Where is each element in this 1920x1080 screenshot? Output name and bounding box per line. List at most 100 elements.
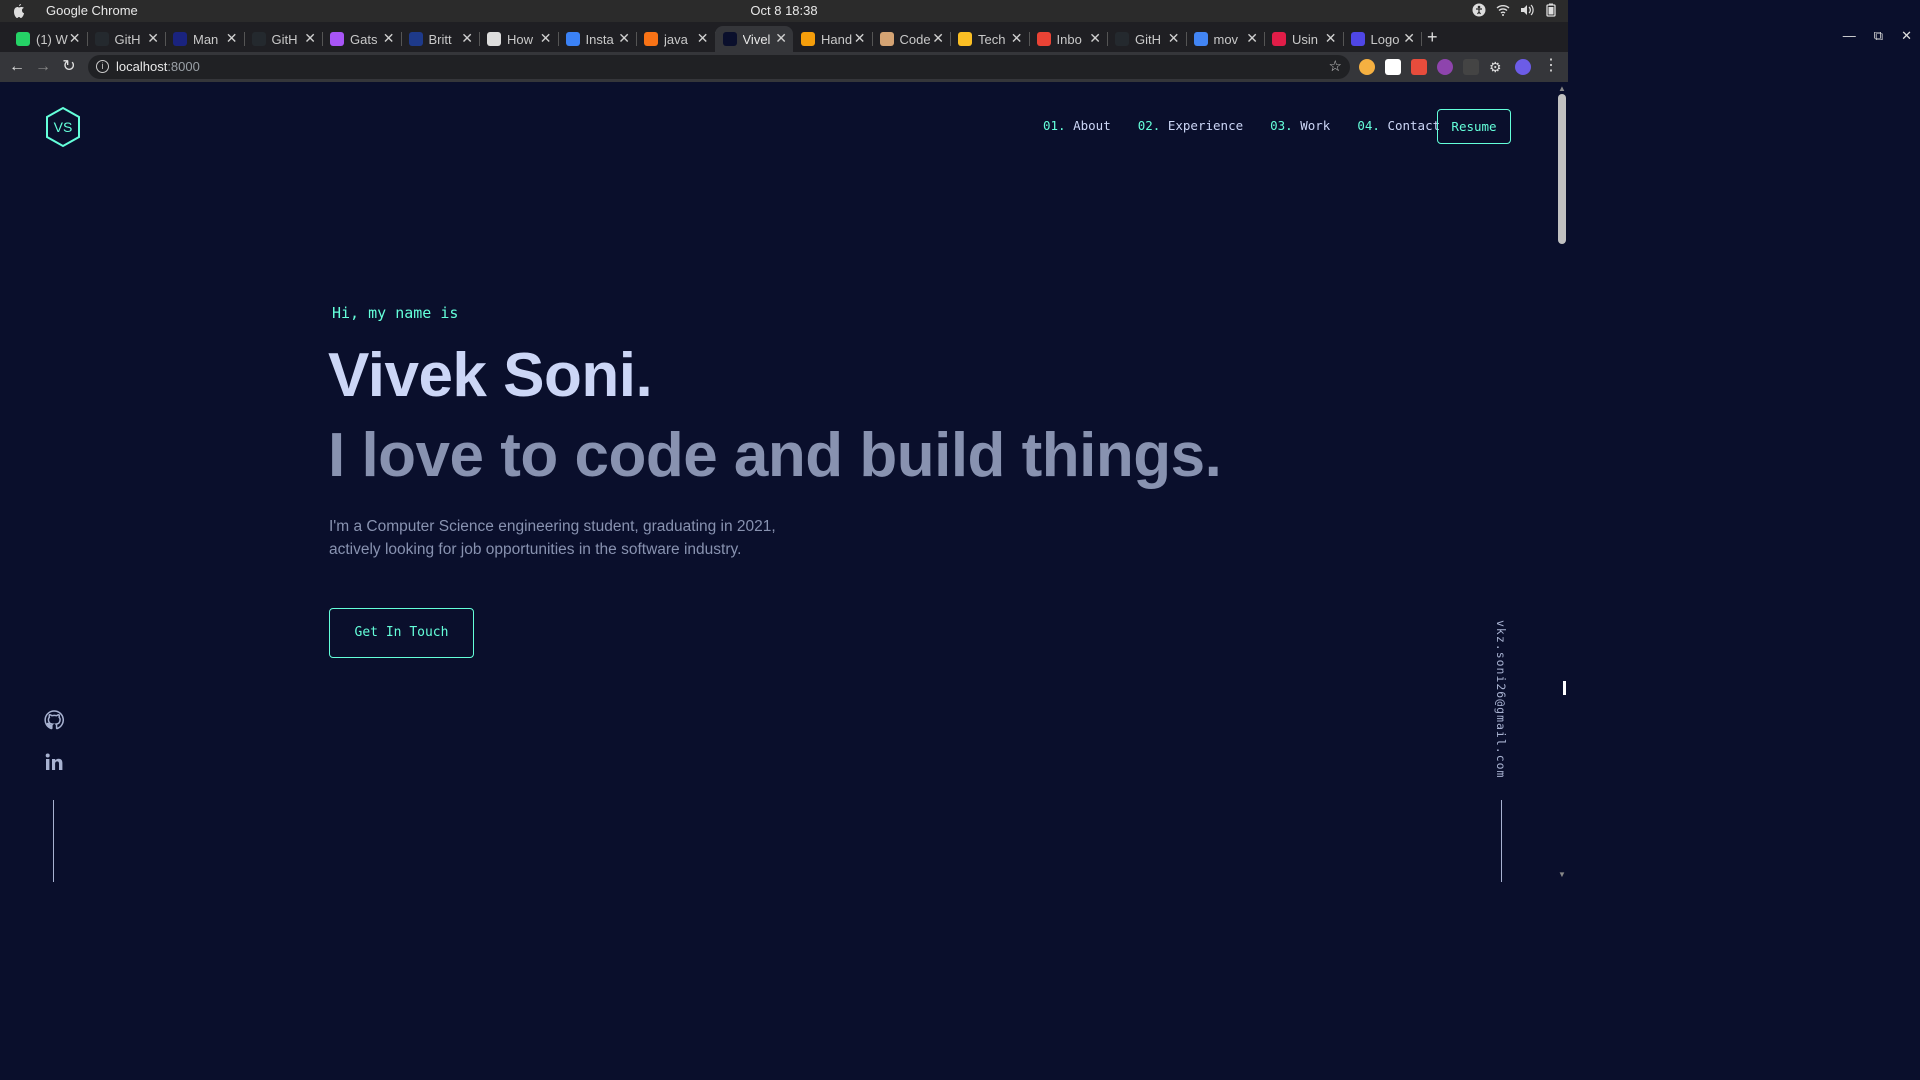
window-controls: — ⧉ ✕	[1843, 28, 1912, 44]
browser-toolbar: ← → ↻ i localhost:8000 ☆ ⚙ ⋮	[0, 52, 1568, 82]
mouse-cursor	[1563, 681, 1566, 695]
scroll-down-icon[interactable]: ▼	[1558, 870, 1566, 879]
tab-close-icon[interactable]: ✕	[226, 30, 238, 47]
tab-close-icon[interactable]: ✕	[1089, 30, 1101, 47]
browser-tab[interactable]: Vivel ✕	[714, 26, 793, 52]
browser-tab[interactable]: GitH ✕	[1107, 26, 1187, 52]
browser-tab[interactable]: Gats ✕	[322, 26, 402, 52]
browser-tab[interactable]: Usin ✕	[1264, 26, 1344, 52]
tab-favicon-icon	[958, 32, 972, 46]
address-bar[interactable]: i localhost:8000 ☆	[88, 55, 1350, 79]
nav-link-about[interactable]: 01. About	[1043, 118, 1111, 133]
tab-favicon-icon	[408, 32, 423, 46]
browser-tab[interactable]: Man ✕	[165, 26, 245, 52]
extension-pocket-icon[interactable]	[1411, 59, 1427, 75]
tab-favicon-icon	[16, 32, 30, 46]
os-top-bar: Google Chrome Oct 8 18:38	[0, 0, 1568, 22]
tab-close-icon[interactable]: ✕	[147, 30, 159, 47]
tab-close-icon[interactable]: ✕	[854, 30, 866, 47]
back-icon[interactable]: ←	[6, 56, 28, 78]
tab-close-icon[interactable]: ✕	[461, 30, 473, 47]
browser-tab[interactable]: Britt ✕	[401, 26, 480, 52]
menu-kebab-icon[interactable]: ⋮	[1543, 58, 1559, 75]
logo-hexagon-icon[interactable]: VS	[44, 106, 82, 148]
nav-link-label: Experience	[1167, 118, 1244, 133]
tab-favicon-icon	[801, 32, 815, 46]
tab-close-icon[interactable]: ✕	[540, 30, 552, 47]
nav-link-work[interactable]: 03. Work	[1270, 118, 1330, 133]
extension-notion-icon[interactable]	[1385, 59, 1401, 75]
browser-tab[interactable]: Logo ✕	[1343, 26, 1422, 52]
tab-close-icon[interactable]: ✕	[932, 30, 944, 47]
tab-close-icon[interactable]: ✕	[304, 30, 316, 47]
restore-icon[interactable]: ⧉	[1874, 28, 1883, 44]
portfolio-page: VS 01. About 02. Experience 03. Work 04. Co…	[0, 82, 1556, 882]
nav-link-contact[interactable]: 04. Contact	[1357, 118, 1440, 133]
forward-icon[interactable]: →	[32, 56, 54, 78]
tab-close-icon[interactable]: ✕	[383, 30, 395, 47]
reload-icon[interactable]: ↻	[58, 56, 80, 78]
tab-close-icon[interactable]: ✕	[1325, 30, 1337, 47]
accessibility-icon[interactable]	[1472, 3, 1486, 17]
nav-link-number: 01.	[1043, 118, 1066, 133]
tab-favicon-icon	[1272, 32, 1286, 46]
resume-button[interactable]: Resume	[1437, 109, 1511, 144]
tab-close-icon[interactable]: ✕	[697, 30, 709, 47]
tab-close-icon[interactable]: ✕	[69, 30, 81, 47]
page-scrollbar[interactable]: ▲ ▼	[1556, 82, 1568, 882]
browser-tab[interactable]: mov ✕	[1186, 26, 1265, 52]
url-text[interactable]: localhost:8000	[116, 59, 200, 74]
wifi-icon[interactable]	[1496, 3, 1510, 17]
extension-cookie-icon[interactable]	[1359, 59, 1375, 75]
close-window-icon[interactable]: ✕	[1901, 28, 1912, 44]
get-in-touch-button[interactable]: Get In Touch	[329, 608, 474, 658]
profile-avatar[interactable]	[1515, 59, 1531, 75]
browser-tab[interactable]: java ✕	[636, 26, 716, 52]
tab-separator	[1421, 32, 1422, 46]
clock[interactable]: Oct 8 18:38	[0, 3, 1568, 18]
tab-close-icon[interactable]: ✕	[1168, 30, 1180, 47]
browser-tab[interactable]: Code ✕	[872, 26, 951, 52]
battery-icon[interactable]	[1544, 3, 1558, 17]
tab-close-icon[interactable]: ✕	[1403, 30, 1415, 47]
tab-strip: (1) W ✕ GitH ✕ Man ✕ GitH ✕ Gats ✕ Britt ✕ How ✕ Insta…	[0, 22, 1568, 52]
extensions-puzzle-icon[interactable]: ⚙	[1489, 59, 1505, 75]
bookmark-star-icon[interactable]: ☆	[1329, 57, 1342, 75]
browser-tab[interactable]: GitH ✕	[244, 26, 323, 52]
nav-link-number: 03.	[1270, 118, 1293, 133]
tab-close-icon[interactable]: ✕	[775, 30, 787, 47]
new-tab-button[interactable]: +	[1427, 27, 1438, 48]
app-name[interactable]: Google Chrome	[46, 3, 138, 18]
nav-link-label: Work	[1300, 118, 1331, 133]
browser-tab[interactable]: How ✕	[479, 26, 559, 52]
tab-favicon-icon	[251, 32, 266, 46]
hero-intro: I'm a Computer Science engineering stude…	[329, 518, 776, 558]
browser-tab[interactable]: (1) W ✕	[8, 26, 88, 52]
site-info-icon[interactable]: i	[96, 60, 109, 73]
github-icon[interactable]	[44, 710, 64, 730]
tab-favicon-icon	[1193, 32, 1208, 46]
apple-icon[interactable]	[11, 3, 25, 19]
extension-pen-icon[interactable]	[1463, 59, 1479, 75]
browser-tab[interactable]: Tech ✕	[950, 26, 1030, 52]
browser-tab[interactable]: Insta ✕	[558, 26, 637, 52]
tab-close-icon[interactable]: ✕	[618, 30, 630, 47]
extension-shield-icon[interactable]	[1437, 59, 1453, 75]
browser-tab[interactable]: Hand ✕	[793, 26, 873, 52]
greeting: Hi, my name is	[332, 304, 459, 322]
scroll-up-icon[interactable]: ▲	[1558, 84, 1566, 93]
volume-icon[interactable]	[1520, 3, 1534, 17]
browser-tab[interactable]: GitH ✕	[87, 26, 166, 52]
scrollbar-thumb[interactable]	[1558, 94, 1566, 244]
tab-close-icon[interactable]: ✕	[1011, 30, 1023, 47]
tab-close-icon[interactable]: ✕	[1246, 30, 1258, 47]
email-divider-line	[1501, 800, 1502, 882]
browser-tab[interactable]: Inbo ✕	[1029, 26, 1108, 52]
tab-favicon-icon	[879, 32, 894, 46]
tab-favicon-icon	[565, 32, 580, 46]
email-link[interactable]: vkz.soni26@gmail.com	[1494, 620, 1508, 778]
nav-link-experience[interactable]: 02. Experience	[1138, 118, 1243, 133]
linkedin-icon[interactable]	[44, 752, 64, 772]
minimize-icon[interactable]: —	[1843, 28, 1856, 44]
tab-favicon-icon	[487, 32, 501, 46]
